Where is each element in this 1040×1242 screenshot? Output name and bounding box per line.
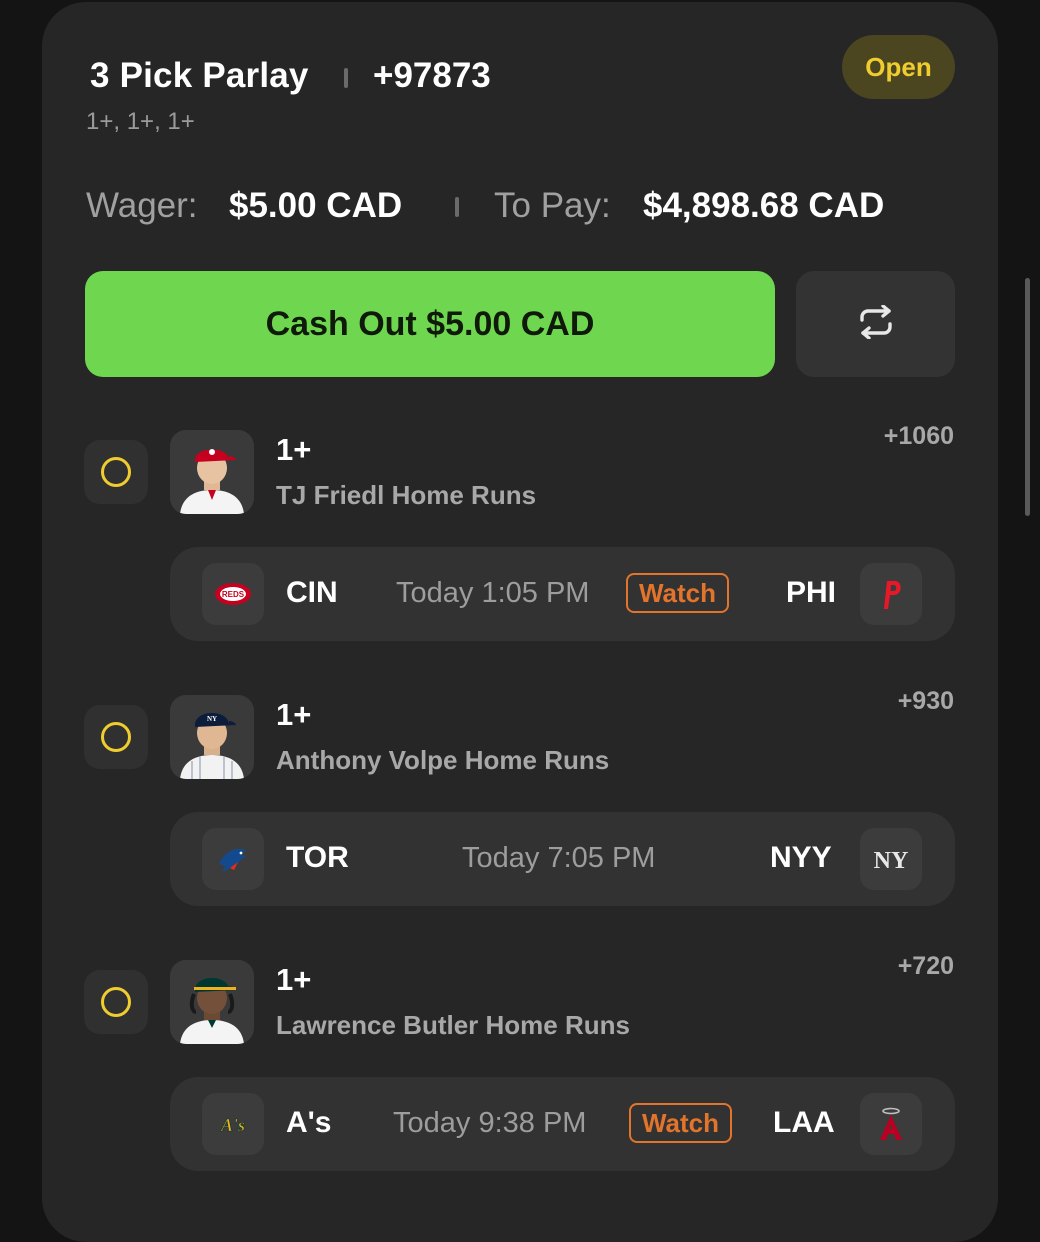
pick-line: 1+ [276, 432, 312, 467]
svg-text:REDS: REDS [222, 590, 245, 599]
scrollbar[interactable] [1025, 278, 1030, 516]
home-team: PHI [786, 576, 837, 609]
bet-title: 3 Pick Parlay [90, 56, 309, 95]
wager-divider [455, 197, 459, 217]
pick-name: Lawrence Butler Home Runs [276, 1010, 630, 1040]
pick-radio[interactable] [84, 705, 148, 769]
svg-text:NY: NY [207, 715, 217, 723]
status-badge: Open [842, 35, 955, 99]
player-avatar-icon [170, 430, 254, 514]
reds-logo-icon: REDS [202, 563, 264, 625]
pick-radio[interactable] [84, 970, 148, 1034]
yankees-logo-icon: NY [860, 828, 922, 890]
watch-button[interactable]: Watch [629, 1103, 732, 1143]
home-team: NYY [770, 841, 832, 874]
away-team: A's [286, 1106, 332, 1139]
wager-label: Wager: [86, 186, 198, 225]
svg-text:A's: A's [220, 1115, 245, 1135]
cash-out-button[interactable]: Cash Out $5.00 CAD [85, 271, 775, 377]
phillies-logo-icon [860, 563, 922, 625]
pick-line: 1+ [276, 697, 312, 732]
athletics-logo-icon: A's [202, 1093, 264, 1155]
pick-odds: +720 [897, 952, 954, 980]
refresh-icon [856, 303, 896, 344]
pick-name: TJ Friedl Home Runs [276, 480, 537, 510]
game-time: Today 9:38 PM [393, 1107, 587, 1139]
wager-value: $5.00 CAD [229, 186, 403, 225]
player-avatar-icon: NY [170, 695, 254, 779]
blue-jays-logo-icon [202, 828, 264, 890]
pick-odds: +1060 [883, 422, 954, 450]
pick-odds: +930 [897, 687, 954, 715]
game-time: Today 1:05 PM [396, 577, 590, 609]
to-pay-value: $4,898.68 CAD [643, 186, 885, 225]
to-pay-label: To Pay: [494, 186, 611, 225]
header-divider [344, 68, 348, 88]
bet-odds: +97873 [373, 56, 491, 95]
game-time: Today 7:05 PM [462, 842, 656, 874]
watch-button[interactable]: Watch [626, 573, 729, 613]
player-avatar-icon [170, 960, 254, 1044]
refresh-button[interactable] [796, 271, 955, 377]
svg-text:NY: NY [874, 848, 908, 874]
bet-subtitle: 1+, 1+, 1+ [86, 108, 195, 135]
pick-name: Anthony Volpe Home Runs [276, 745, 610, 775]
home-team: LAA [773, 1106, 835, 1139]
pick-radio[interactable] [84, 440, 148, 504]
pick-line: 1+ [276, 962, 312, 997]
away-team: CIN [286, 576, 338, 609]
away-team: TOR [286, 841, 349, 874]
angels-logo-icon [860, 1093, 922, 1155]
